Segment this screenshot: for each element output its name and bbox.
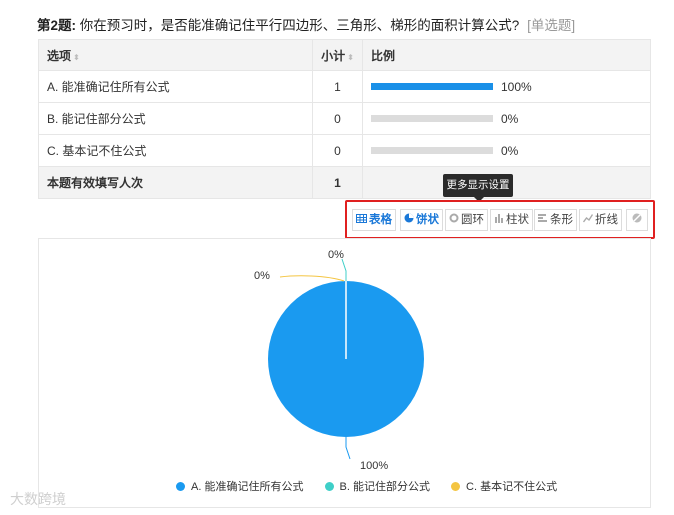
- ratio-percent: 100%: [501, 79, 532, 94]
- pie-label-line: [345, 437, 351, 460]
- ratio-bar: [371, 83, 493, 91]
- bar-chart-icon: [538, 210, 548, 230]
- pie-label: 100%: [360, 460, 388, 472]
- ring-icon: [449, 210, 459, 230]
- pie-icon: [404, 210, 414, 230]
- row-option: B. 能记住部分公式: [38, 102, 313, 135]
- line-view-button[interactable]: 折线: [579, 209, 622, 231]
- sort-icon[interactable]: ⬍: [73, 53, 80, 62]
- table-row: A. 能准确记住所有公式 1 100%: [38, 70, 651, 103]
- row-option: C. 基本记不住公式: [38, 134, 313, 167]
- pie-label: 0%: [328, 249, 344, 261]
- pie-view-button[interactable]: 饼状: [400, 209, 443, 231]
- ratio-bar-fill: [371, 83, 493, 91]
- table-footer-row: 本题有效填写人次 1: [38, 166, 651, 199]
- pie-label-line: [341, 258, 347, 281]
- table-row: C. 基本记不住公式 0 0%: [38, 134, 651, 167]
- row-option: A. 能准确记住所有公式: [38, 70, 313, 103]
- question-type-tag: [单选题]: [527, 18, 576, 33]
- ring-view-button[interactable]: 圆环: [445, 209, 488, 231]
- table-header-row: 选项 ⬍ 小计 ⬍ 比例: [38, 39, 651, 71]
- ratio-percent: 0%: [501, 143, 519, 158]
- table-view-button[interactable]: 表格: [352, 209, 396, 231]
- sort-icon[interactable]: ⬍: [347, 53, 354, 62]
- legend-item[interactable]: C. 基本记不住公式: [451, 478, 557, 494]
- row-ratio: 0%: [362, 134, 651, 167]
- table-row: B. 能记住部分公式 0 0%: [38, 102, 651, 135]
- settings-button[interactable]: [626, 209, 648, 231]
- line-chart-icon: [582, 210, 594, 230]
- table-icon: [356, 210, 367, 230]
- footer-count: 1: [312, 166, 363, 199]
- header-count[interactable]: 小计 ⬍: [312, 39, 363, 71]
- footer-label: 本题有效填写人次: [38, 166, 313, 199]
- pie-chart: 100% 0% 0%: [254, 249, 424, 472]
- header-option[interactable]: 选项 ⬍: [38, 39, 313, 71]
- question-number: 第2题:: [37, 18, 77, 33]
- question-title: 第2题: 你在预习时，是否能准确记住平行四边形、三角形、梯形的面积计算公式? […: [37, 14, 575, 34]
- ratio-bar: [371, 147, 493, 155]
- legend-item[interactable]: A. 能准确记住所有公式: [176, 478, 303, 494]
- chart-type-toolbar: 表格 饼状 圆环 柱状 条形 折线: [345, 200, 655, 239]
- results-table: 选项 ⬍ 小计 ⬍ 比例 A. 能准确记住所有公式 1 100% B. 能记住部分公…: [38, 39, 651, 199]
- column-chart-icon: [494, 210, 504, 230]
- more-settings-tooltip: 更多显示设置: [443, 174, 513, 202]
- column-view-button[interactable]: 柱状: [490, 209, 533, 231]
- pie-label-line: [279, 275, 345, 282]
- bar-view-button[interactable]: 条形: [534, 209, 577, 231]
- question-text: 你在预习时，是否能准确记住平行四边形、三角形、梯形的面积计算公式?: [79, 18, 520, 33]
- settings-icon: [632, 210, 642, 230]
- legend-dot: [176, 482, 185, 491]
- row-count: 1: [312, 70, 363, 103]
- header-ratio: 比例: [362, 39, 651, 71]
- chart-container: 100% 0% 0%: [38, 238, 651, 508]
- legend-dot: [324, 482, 334, 491]
- pie-label: 0%: [254, 270, 270, 282]
- row-count: 0: [312, 134, 363, 167]
- row-ratio: 0%: [362, 102, 651, 135]
- ratio-bar: [371, 115, 493, 123]
- row-ratio: 100%: [362, 70, 651, 103]
- row-count: 0: [312, 102, 363, 135]
- legend-dot: [451, 482, 461, 491]
- watermark: 大数跨境: [10, 491, 66, 507]
- ratio-percent: 0%: [501, 111, 519, 126]
- chart-legend: A. 能准确记住所有公式 B. 能记住部分公式 C. 基本记不住公式: [176, 478, 575, 494]
- legend-item[interactable]: B. 能记住部分公式: [324, 478, 430, 494]
